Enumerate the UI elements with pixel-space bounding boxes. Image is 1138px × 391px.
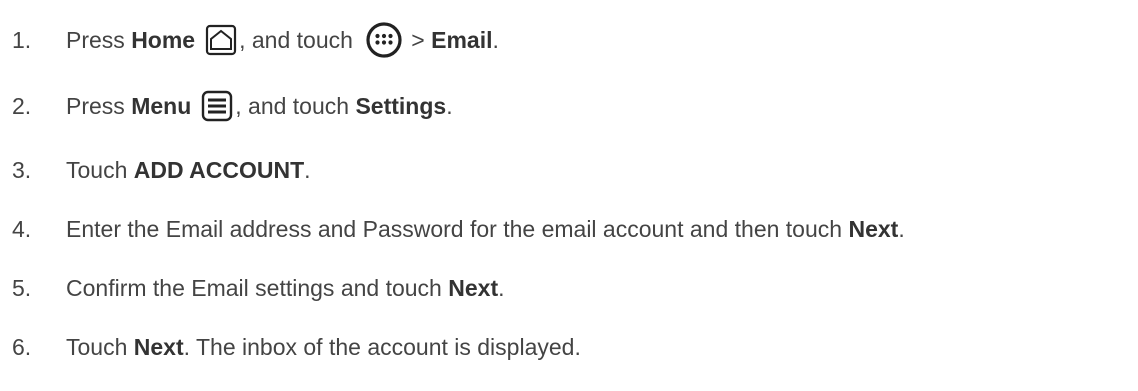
home-icon xyxy=(205,24,237,56)
step-4: 4. Enter the Email address and Password … xyxy=(0,209,1138,249)
step-text: Touch Next . The inbox of the account is… xyxy=(66,333,581,360)
add-account-label: ADD ACCOUNT xyxy=(133,156,305,183)
step-text: Touch ADD ACCOUNT . xyxy=(66,156,311,183)
step-5: 5. Confirm the Email settings and touch … xyxy=(0,268,1138,308)
step-text: Press Home , and touch > Email . xyxy=(66,21,499,59)
email-label: Email xyxy=(431,26,493,53)
step-6: 6. Touch Next . The inbox of the account… xyxy=(0,327,1138,367)
next-label: Next xyxy=(848,215,899,242)
step-number: 3. xyxy=(12,156,32,183)
next-label: Next xyxy=(448,274,499,301)
next-label: Next xyxy=(133,333,184,360)
step-text: Enter the Email address and Password for… xyxy=(66,215,905,242)
step-number: 1. xyxy=(12,26,32,53)
step-text: Press Menu , and touch Settings . xyxy=(66,90,453,122)
step-text: Confirm the Email settings and touch Nex… xyxy=(66,274,505,301)
step-2: 2. Press Menu , and touch Settings . xyxy=(0,86,1138,126)
menu-icon xyxy=(201,90,233,122)
step-1: 1. Press Home , and touch > Email . xyxy=(0,20,1138,60)
step-number: 4. xyxy=(12,215,32,242)
menu-label: Menu xyxy=(131,92,192,119)
step-number: 6. xyxy=(12,333,32,360)
settings-label: Settings xyxy=(355,92,447,119)
step-number: 2. xyxy=(12,92,32,119)
step-3: 3. Touch ADD ACCOUNT . xyxy=(0,150,1138,190)
apps-icon xyxy=(365,21,403,59)
home-label: Home xyxy=(131,26,196,53)
step-number: 5. xyxy=(12,274,32,301)
